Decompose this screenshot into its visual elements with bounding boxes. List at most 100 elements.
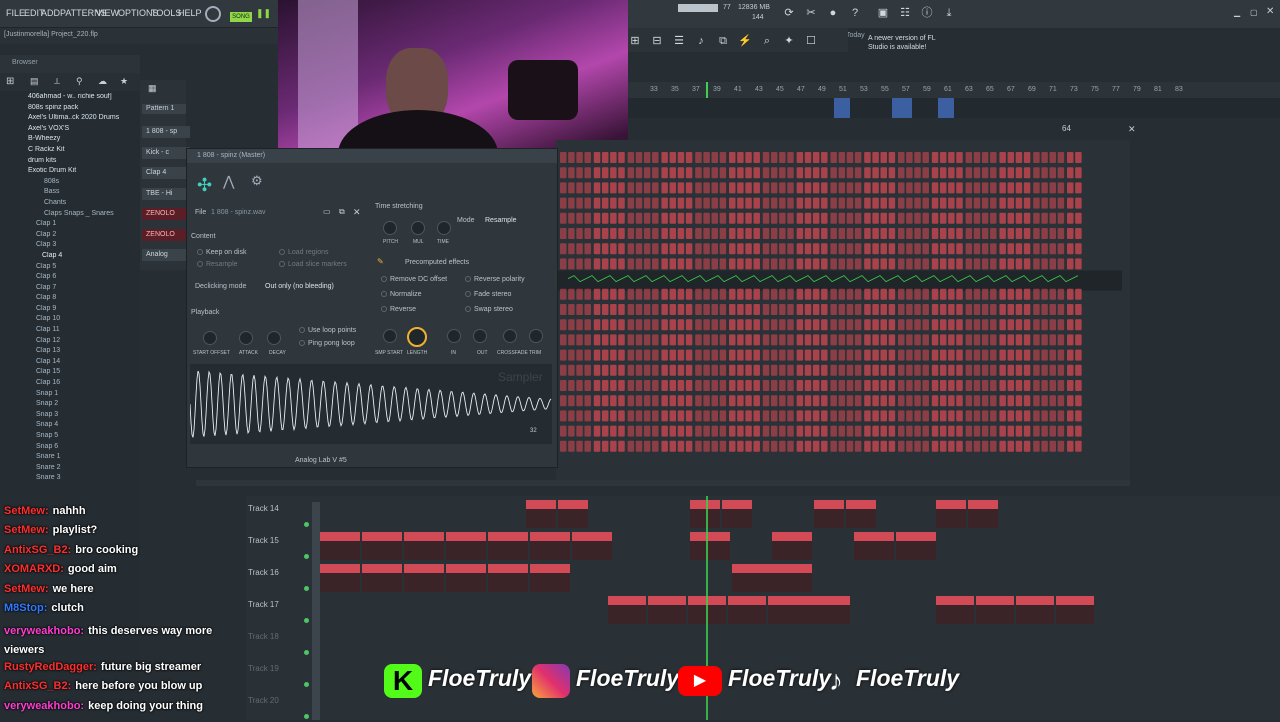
- step-button[interactable]: [1041, 334, 1048, 346]
- browser-item[interactable]: Bass: [0, 188, 140, 199]
- step-button[interactable]: [685, 364, 693, 376]
- step-button[interactable]: [618, 304, 625, 315]
- pattern-clip[interactable]: ZEN..Y #2: [446, 564, 486, 592]
- browser-item[interactable]: Snap 3: [0, 411, 140, 422]
- step-button[interactable]: [838, 197, 846, 209]
- step-button[interactable]: [610, 243, 617, 255]
- step-button[interactable]: [1007, 212, 1015, 224]
- step-button[interactable]: [745, 364, 752, 376]
- step-button[interactable]: [745, 410, 752, 422]
- step-button[interactable]: [1007, 243, 1015, 255]
- step-button[interactable]: [711, 182, 719, 194]
- step-button[interactable]: [1023, 410, 1031, 422]
- step-button[interactable]: [568, 304, 575, 315]
- channel-button[interactable]: Analog: [142, 249, 190, 261]
- step-button[interactable]: [762, 395, 770, 407]
- step-button[interactable]: [643, 364, 651, 376]
- step-button[interactable]: [914, 167, 921, 179]
- step-button[interactable]: [939, 182, 947, 194]
- step-button[interactable]: [838, 334, 846, 346]
- step-button[interactable]: [1015, 410, 1023, 422]
- step-button[interactable]: [1007, 440, 1015, 452]
- step-button[interactable]: [939, 304, 947, 315]
- step-button[interactable]: [914, 319, 921, 331]
- step-button[interactable]: [990, 319, 997, 331]
- in-knob[interactable]: [447, 329, 461, 343]
- step-button[interactable]: [796, 334, 804, 346]
- step-button[interactable]: [948, 395, 955, 407]
- step-button[interactable]: [830, 288, 837, 300]
- step-button[interactable]: [906, 380, 913, 391]
- record-icon[interactable]: [205, 6, 221, 22]
- step-button[interactable]: [1067, 228, 1074, 239]
- step-button[interactable]: [770, 152, 778, 163]
- step-button[interactable]: [888, 304, 896, 315]
- step-button[interactable]: [762, 167, 770, 179]
- step-button[interactable]: [762, 410, 770, 422]
- step-button[interactable]: [939, 319, 947, 331]
- channel-button[interactable]: ZENOLO: [142, 208, 190, 220]
- cut-icon[interactable]: ✂: [804, 6, 818, 20]
- step-button[interactable]: [838, 243, 846, 255]
- step-button[interactable]: [737, 395, 744, 407]
- step-button[interactable]: [1041, 349, 1048, 361]
- step-button[interactable]: [872, 197, 879, 209]
- step-button[interactable]: [745, 349, 752, 361]
- step-button[interactable]: [745, 197, 752, 209]
- length-knob[interactable]: [407, 327, 427, 347]
- step-button[interactable]: [821, 212, 828, 224]
- step-button[interactable]: [593, 167, 601, 179]
- step-button[interactable]: [711, 167, 719, 179]
- step-button[interactable]: [779, 334, 786, 346]
- pattern-clip[interactable]: Anal..ab V: [608, 596, 646, 624]
- step-button[interactable]: [1033, 364, 1040, 376]
- step-button[interactable]: [830, 440, 837, 452]
- step-button[interactable]: [888, 152, 896, 163]
- step-button[interactable]: [846, 425, 854, 437]
- step-button[interactable]: [661, 243, 668, 255]
- step-button[interactable]: [560, 182, 567, 194]
- step-button[interactable]: [677, 243, 685, 255]
- step-button[interactable]: [956, 425, 963, 437]
- step-button[interactable]: [846, 395, 854, 407]
- step-button[interactable]: [981, 380, 989, 391]
- step-button[interactable]: [610, 380, 617, 391]
- step-button[interactable]: [990, 380, 997, 391]
- step-button[interactable]: [669, 258, 677, 270]
- step-button[interactable]: [1015, 258, 1023, 270]
- step-button[interactable]: [787, 440, 794, 452]
- menu-view[interactable]: VIEW: [96, 8, 119, 18]
- step-button[interactable]: [677, 380, 685, 391]
- step-button[interactable]: [965, 349, 973, 361]
- plugin-picker-icon[interactable]: ✦: [782, 34, 796, 48]
- step-button[interactable]: [729, 243, 736, 255]
- step-button[interactable]: [956, 410, 963, 422]
- step-button[interactable]: [922, 440, 929, 452]
- step-button[interactable]: [635, 304, 643, 315]
- step-button[interactable]: [601, 349, 609, 361]
- step-button[interactable]: [846, 304, 854, 315]
- step-button[interactable]: [804, 243, 812, 255]
- step-button[interactable]: [854, 334, 862, 346]
- step-button[interactable]: [939, 243, 947, 255]
- pattern-clip[interactable]: ZENOLOGY: [320, 532, 360, 560]
- step-button[interactable]: [719, 258, 727, 270]
- step-button[interactable]: [560, 167, 567, 179]
- step-button[interactable]: [981, 228, 989, 239]
- step-button[interactable]: [922, 410, 929, 422]
- step-button[interactable]: [729, 380, 736, 391]
- step-button[interactable]: [669, 243, 677, 255]
- pattern-clip[interactable]: ZEN..Y #2: [320, 564, 360, 592]
- step-button[interactable]: [956, 304, 963, 315]
- step-button[interactable]: [872, 440, 879, 452]
- step-button[interactable]: [898, 243, 905, 255]
- channel-button[interactable]: Kick - c: [142, 146, 190, 159]
- step-button[interactable]: [770, 410, 778, 422]
- browser-item[interactable]: B-Wheezy: [0, 135, 140, 146]
- step-button[interactable]: [729, 212, 736, 224]
- step-button[interactable]: [1023, 182, 1031, 194]
- step-button[interactable]: [576, 197, 583, 209]
- step-button[interactable]: [627, 334, 635, 346]
- step-button[interactable]: [576, 288, 583, 300]
- step-button[interactable]: [618, 197, 625, 209]
